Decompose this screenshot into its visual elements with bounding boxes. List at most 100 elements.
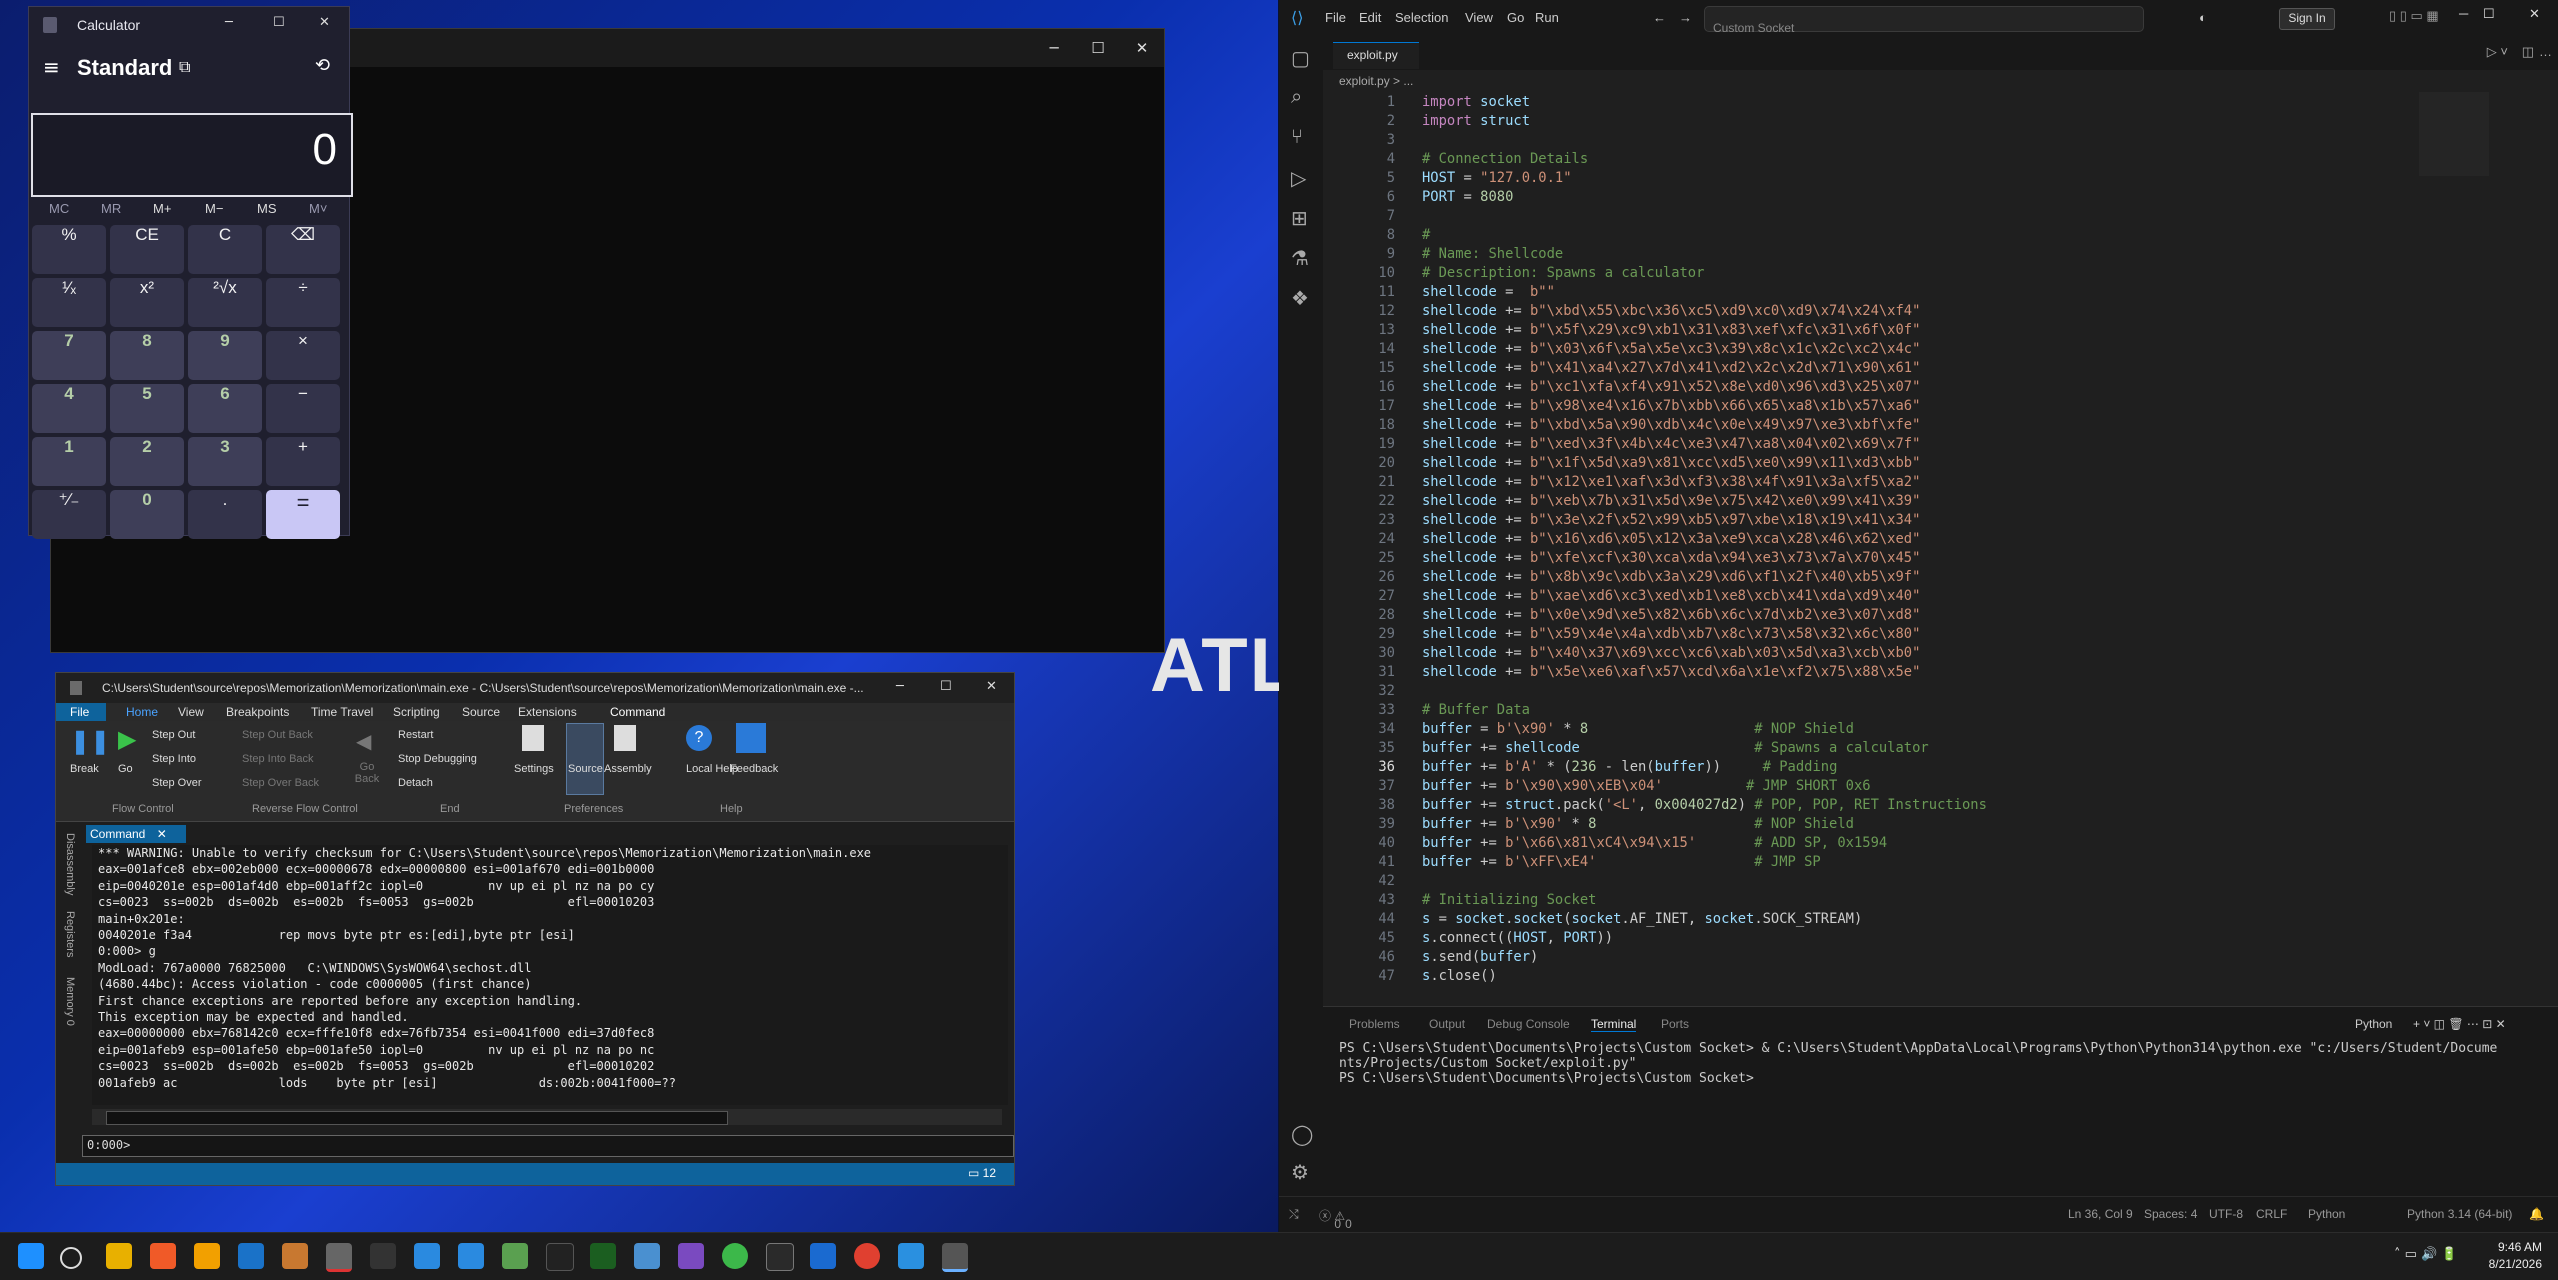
code-line[interactable]: # — [1422, 226, 1430, 245]
calc-key[interactable]: ⌫ — [266, 225, 340, 274]
calc-key[interactable]: 2 — [110, 437, 184, 486]
tool-icon[interactable] — [634, 1243, 660, 1269]
disassembler-icon[interactable] — [194, 1243, 220, 1269]
calc-key[interactable]: × — [266, 331, 340, 380]
code-line[interactable]: shellcode += b"\xeb\x7b\x31\x5d\x9e\x75\… — [1422, 492, 1920, 511]
menu-view[interactable]: View — [1465, 10, 1493, 25]
calc-key[interactable]: + — [266, 437, 340, 486]
code-line[interactable]: shellcode += b"\x40\x37\x69\xcc\xc6\xab\… — [1422, 644, 1920, 663]
breadcrumb[interactable]: exploit.py > ... — [1339, 74, 1413, 88]
code-line[interactable]: buffer += b'\x90\x90\xEB\x04' # JMP SHOR… — [1422, 777, 1871, 796]
code-line[interactable]: shellcode += b"\x5f\x29\xc9\xb1\x31\x83\… — [1422, 321, 1920, 340]
code-line[interactable]: shellcode += b"\x41\xa4\x27\x7d\x41\xd2\… — [1422, 359, 1920, 378]
encoding[interactable]: UTF-8 — [2209, 1207, 2243, 1221]
visual-studio-icon[interactable] — [678, 1243, 704, 1269]
source-toggle[interactable] — [566, 723, 604, 795]
code-line[interactable]: shellcode += b"\x3e\x2f\x52\x99\xb5\x97\… — [1422, 511, 1920, 530]
calc-key[interactable]: − — [266, 384, 340, 433]
step-into-button[interactable]: Step Into — [152, 753, 196, 765]
menu-selection[interactable]: Selection — [1395, 10, 1448, 25]
tab-time-travel[interactable]: Time Travel — [311, 705, 373, 719]
calc-key[interactable]: ⁺∕₋ — [32, 490, 106, 539]
calc-key[interactable]: 6 — [188, 384, 262, 433]
terminal-output[interactable]: PS C:\Users\Student\Documents\Projects\C… — [1339, 1041, 2497, 1086]
minimize-icon[interactable]: ─ — [225, 15, 233, 30]
tab-debug-console[interactable]: Debug Console — [1487, 1017, 1570, 1031]
minimize-icon[interactable]: ─ — [1031, 29, 1077, 67]
calc-key[interactable]: ¹⁄ₓ — [32, 278, 106, 327]
calc-key[interactable]: . — [188, 490, 262, 539]
help-icon[interactable]: ? — [686, 725, 712, 751]
code-line[interactable]: import socket — [1422, 93, 1530, 112]
close-icon[interactable]: ✕ — [157, 827, 167, 841]
windbg-window[interactable]: C:\Users\Student\source\repos\Memorizati… — [55, 672, 1015, 1186]
calc-key[interactable]: % — [32, 225, 106, 274]
close-icon[interactable]: ✕ — [319, 15, 330, 30]
nav-forward-icon[interactable]: → — [1679, 10, 1692, 25]
code-line[interactable]: # Connection Details — [1422, 150, 1588, 169]
search-icon[interactable] — [60, 1247, 82, 1269]
extensions-icon[interactable]: ⊞ — [1291, 206, 1308, 231]
tab-breakpoints[interactable]: Breakpoints — [226, 705, 289, 719]
calculator-taskbar-icon[interactable] — [942, 1243, 968, 1272]
step-into-back-button[interactable]: Step Into Back — [242, 753, 314, 765]
tab-home[interactable]: Home — [126, 705, 158, 719]
code-line[interactable]: shellcode += b"\x0e\x9d\xe5\x82\x6b\x6c\… — [1422, 606, 1920, 625]
clock[interactable]: 9:46 AM 8/21/2026 — [2489, 1239, 2542, 1273]
code-editor[interactable]: 1 import socket 2 import struct 3 4 # Connecti… — [1323, 93, 2473, 993]
language-mode[interactable]: Python — [2308, 1207, 2345, 1221]
code-line[interactable]: shellcode += b"\xae\xd6\xc3\xed\xb1\xe8\… — [1422, 587, 1920, 606]
close-icon[interactable]: ✕ — [1119, 29, 1165, 67]
code-line[interactable]: shellcode += b"\x8b\x9c\xdb\x3a\x29\xd6\… — [1422, 568, 1920, 587]
calc-key[interactable]: 3 — [188, 437, 262, 486]
start-icon[interactable] — [18, 1243, 44, 1269]
memory-list-button[interactable]: M˅ — [309, 201, 327, 216]
spider-icon[interactable] — [370, 1243, 396, 1269]
minimize-icon[interactable]: ─ — [896, 679, 904, 694]
new-terminal-icon[interactable]: + ˅ ◫ 🗑 ⋯ ⊡ ✕ — [2413, 1017, 2506, 1031]
code-line[interactable]: s.connect((HOST, PORT)) — [1422, 929, 1613, 948]
calculator-window[interactable]: Calculator ─ ☐ ✕ ≡ Standard ⧉ ⟲ 0 MC MR … — [28, 6, 353, 539]
code-line[interactable]: PORT = 8080 — [1422, 188, 1513, 207]
copilot-icon[interactable]: ◐ — [2199, 10, 2207, 25]
code-line[interactable]: buffer += b'A' * (236 - len(buffer)) # P… — [1422, 758, 1837, 777]
tab-problems[interactable]: Problems — [1349, 1017, 1400, 1031]
step-out-back-button[interactable]: Step Out Back — [242, 729, 313, 741]
cursor-position[interactable]: Ln 36, Col 9 — [2068, 1207, 2133, 1221]
source-button[interactable]: Source — [568, 763, 603, 775]
break-icon[interactable]: ❚❚ — [70, 727, 110, 756]
go-icon[interactable]: ▶ — [118, 725, 136, 754]
message-count-badge[interactable]: ▭ 12 — [968, 1166, 996, 1180]
matrix-icon[interactable] — [590, 1243, 616, 1269]
tab-source[interactable]: Source — [462, 705, 500, 719]
cmd-icon[interactable] — [546, 1243, 574, 1271]
menu-edit[interactable]: Edit — [1359, 10, 1381, 25]
code-line[interactable]: # Name: Shellcode — [1422, 245, 1563, 264]
code-line[interactable]: s = socket.socket(socket.AF_INET, socket… — [1422, 910, 1862, 929]
code-line[interactable]: import struct — [1422, 112, 1530, 131]
close-icon[interactable]: ✕ — [2529, 6, 2540, 22]
code-line[interactable]: shellcode += b"\xc1\xfa\xf4\x91\x52\x8e\… — [1422, 378, 1920, 397]
step-out-button[interactable]: Step Out — [152, 729, 195, 741]
memory-clear-button[interactable]: MC — [49, 201, 69, 216]
maximize-icon[interactable]: ☐ — [273, 15, 285, 30]
minimap[interactable] — [2419, 92, 2489, 176]
command-input[interactable]: 0:000> — [82, 1135, 1014, 1157]
tab-terminal[interactable]: Terminal — [1591, 1017, 1637, 1032]
code-line[interactable]: buffer += b'\x90' * 8 # NOP Shield — [1422, 815, 1854, 834]
code-line[interactable]: shellcode += b"\x03\x6f\x5a\x5e\xc3\x39\… — [1422, 340, 1920, 359]
code-line[interactable]: shellcode += b"\x98\xe4\x16\x7b\xbb\x66\… — [1422, 397, 1920, 416]
tab-exploit-py[interactable]: exploit.py — [1333, 42, 1419, 69]
vscode-titlebar[interactable]: ⟨⟩ File Edit Selection View Go Run ← → C… — [1279, 0, 2558, 36]
code-line[interactable]: shellcode += b"\xed\x3f\x4b\x4c\xe3\x47\… — [1422, 435, 1920, 454]
calc-key[interactable]: 7 — [32, 331, 106, 380]
detach-button[interactable]: Detach — [398, 777, 433, 789]
minimize-icon[interactable]: ─ — [2459, 6, 2468, 21]
calc-key[interactable]: C — [188, 225, 262, 274]
menu-run[interactable]: Run — [1535, 10, 1559, 25]
run-file-icon[interactable]: ▷ ˅ — [2487, 44, 2508, 60]
windbg-titlebar[interactable]: C:\Users\Student\source\repos\Memorizati… — [56, 673, 1014, 703]
code-line[interactable]: shellcode += b"\xfe\xcf\x30\xca\xda\x94\… — [1422, 549, 1920, 568]
python-interpreter[interactable]: Python 3.14 (64-bit) — [2407, 1207, 2512, 1221]
run-debug-icon[interactable]: ▷ — [1291, 166, 1306, 191]
